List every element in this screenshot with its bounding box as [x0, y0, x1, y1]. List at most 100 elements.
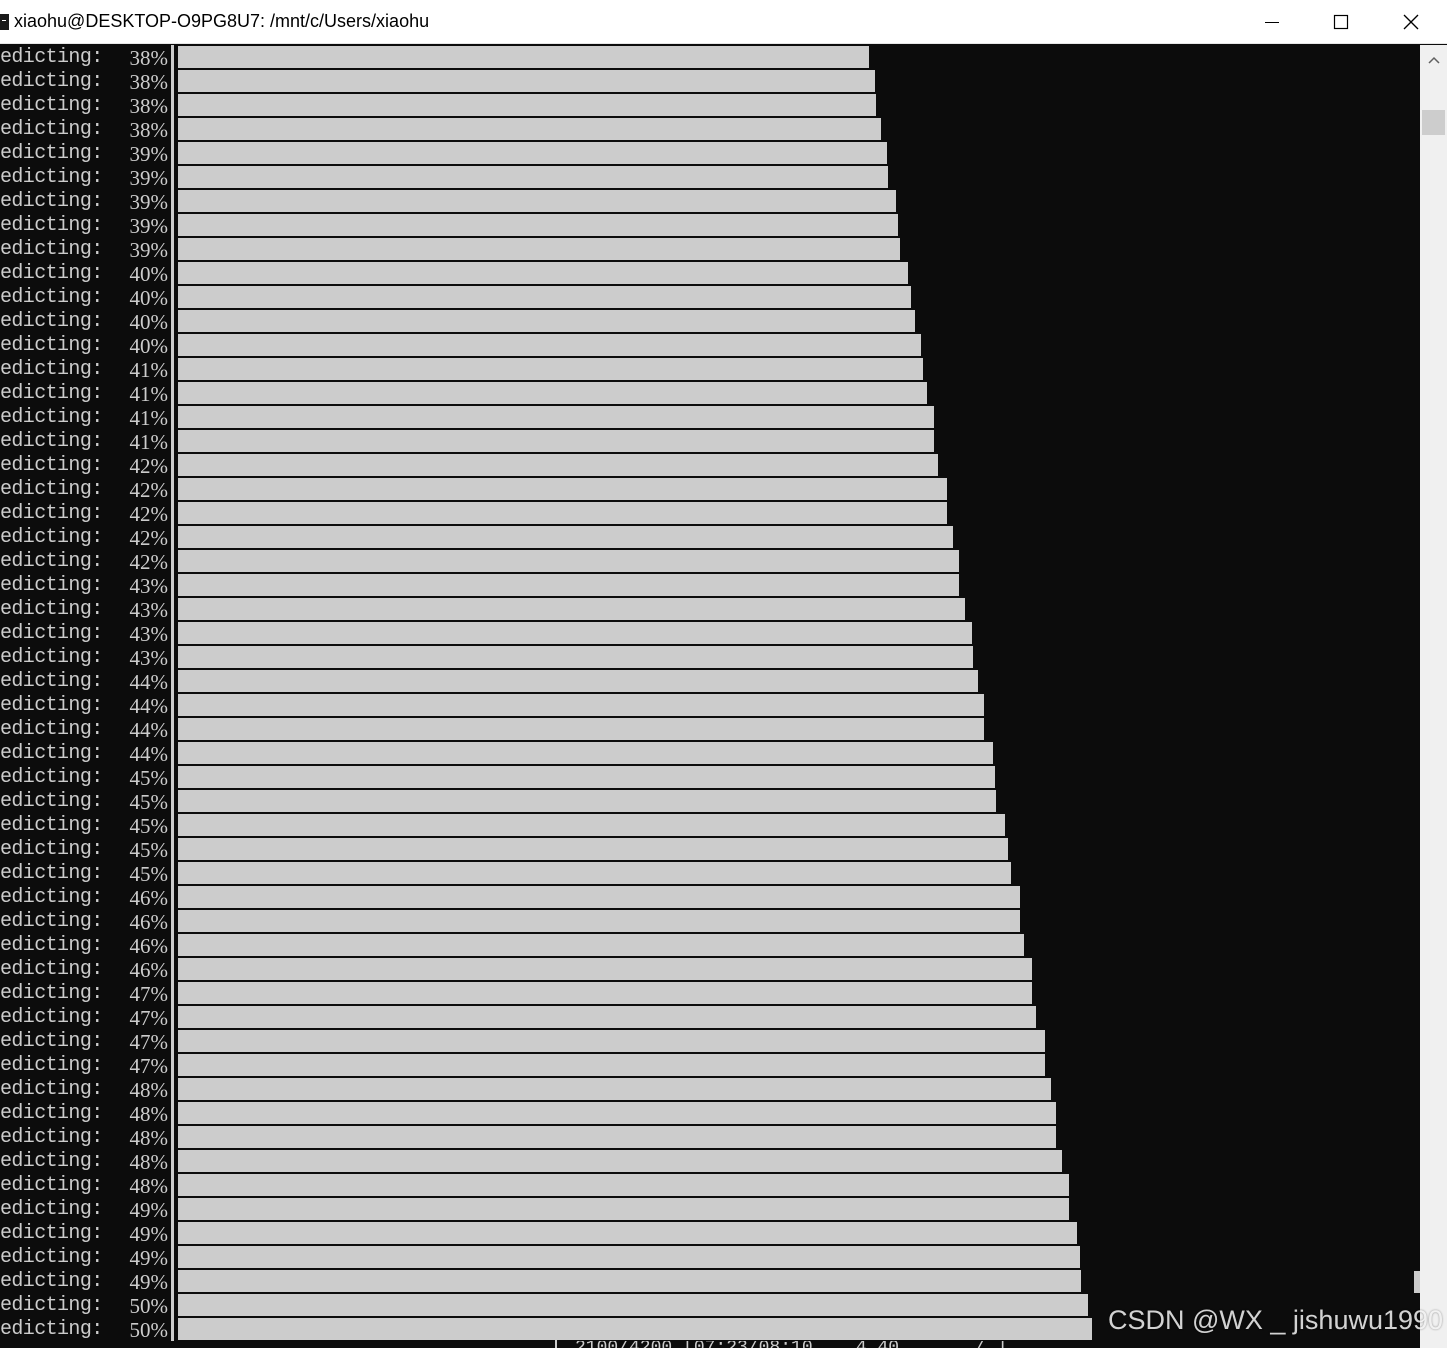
row-prefix-label: edicting:: [0, 790, 103, 813]
row-percent-label: 48%: [129, 1150, 169, 1174]
progress-bar-fill: [178, 382, 927, 404]
terminal-output[interactable]: edicting: 38% edicting: 38% edicting: 38% edic…: [0, 45, 1420, 1348]
row-prefix-label: edicting:: [0, 766, 103, 789]
row-prefix-label: edicting:: [0, 1222, 103, 1245]
row-prefix-label: edicting:: [0, 598, 103, 621]
row-prefix-label: edicting:: [0, 46, 103, 69]
row-prefix-label: edicting:: [0, 574, 103, 597]
row-prefix-label: edicting:: [0, 526, 103, 549]
progress-bar-fill: [178, 790, 996, 812]
row-prefix-label: edicting:: [0, 814, 103, 837]
progress-row: edicting: 48%: [0, 1101, 1420, 1126]
row-prefix-label: edicting:: [0, 838, 103, 861]
row-prefix-label: edicting:: [0, 478, 103, 501]
progress-bar-fill: [178, 862, 1011, 884]
close-button[interactable]: [1376, 0, 1446, 44]
progress-bar-fill: [178, 406, 934, 428]
row-percent-label: 42%: [129, 526, 169, 550]
row-prefix-label: edicting:: [0, 862, 103, 885]
row-prefix-label: edicting:: [0, 142, 103, 165]
progress-bar-left-edge: [171, 261, 174, 285]
scroll-up-button[interactable]: [1420, 45, 1447, 75]
minimize-button[interactable]: [1237, 0, 1307, 44]
progress-row: edicting: 43%: [0, 621, 1420, 646]
row-percent-label: 43%: [129, 574, 169, 598]
progress-bar-fill: [178, 1054, 1045, 1076]
row-percent-label: 46%: [129, 958, 169, 982]
progress-bar-fill: [178, 526, 953, 548]
progress-bar-fill: [178, 142, 887, 164]
progress-bar-fill: [178, 166, 888, 188]
row-percent-label: 45%: [129, 814, 169, 838]
row-percent-label: 39%: [129, 166, 169, 190]
progress-bar-fill: [178, 1222, 1077, 1244]
progress-bar-left-edge: [171, 765, 174, 789]
progress-row: edicting: 41%: [0, 429, 1420, 454]
progress-bar-fill: [178, 310, 915, 332]
progress-bar-fill: [178, 1030, 1045, 1052]
row-percent-label: 49%: [129, 1246, 169, 1270]
row-percent-label: 39%: [129, 238, 169, 262]
progress-row: edicting: 39%: [0, 213, 1420, 238]
row-prefix-label: edicting:: [0, 238, 103, 261]
progress-bar-fill: [178, 742, 993, 764]
progress-row: edicting: 42%: [0, 525, 1420, 550]
row-prefix-label: edicting:: [0, 1006, 103, 1029]
progress-row: edicting: 43%: [0, 597, 1420, 622]
progress-bar-left-edge: [171, 621, 174, 645]
progress-bar-left-edge: [171, 1197, 174, 1221]
progress-bar-left-edge: [171, 957, 174, 981]
progress-bar-fill: [178, 1270, 1081, 1292]
row-prefix-label: edicting:: [0, 1150, 103, 1173]
row-prefix-label: edicting:: [0, 430, 103, 453]
row-percent-label: 40%: [129, 286, 169, 310]
progress-bar-left-edge: [171, 909, 174, 933]
title-bar[interactable]: xiaohu@DESKTOP-O9PG8U7: /mnt/c/Users/xia…: [0, 0, 1447, 44]
maximize-button[interactable]: [1306, 0, 1376, 44]
window-title: xiaohu@DESKTOP-O9PG8U7: /mnt/c/Users/xia…: [14, 11, 430, 31]
progress-bar-fill: [178, 1318, 1092, 1340]
progress-bar-left-edge: [171, 1173, 174, 1197]
progress-bar-left-edge: [171, 693, 174, 717]
row-prefix-label: edicting:: [0, 1198, 103, 1221]
progress-bar-fill: [178, 358, 923, 380]
row-percent-label: 38%: [129, 46, 169, 70]
progress-row: edicting: 45%: [0, 861, 1420, 886]
row-prefix-label: edicting:: [0, 118, 103, 141]
row-percent-label: 45%: [129, 790, 169, 814]
progress-bar-left-edge: [171, 669, 174, 693]
terminal-app-icon[interactable]: [0, 14, 9, 30]
row-prefix-label: edicting:: [0, 1078, 103, 1101]
progress-row: edicting: 39%: [0, 165, 1420, 190]
scrollbar-thumb[interactable]: [1422, 110, 1445, 135]
progress-bar-fill: [178, 934, 1024, 956]
row-percent-label: 49%: [129, 1270, 169, 1294]
progress-bar-fill: [178, 454, 938, 476]
row-prefix-label: edicting:: [0, 310, 103, 333]
progress-row: edicting: 38%: [0, 117, 1420, 142]
row-percent-label: 39%: [129, 214, 169, 238]
progress-bar-fill: [178, 286, 911, 308]
progress-bar-fill: [178, 46, 869, 68]
progress-bar-left-edge: [171, 309, 174, 333]
progress-row: edicting: 42%: [0, 477, 1420, 502]
vertical-scrollbar[interactable]: [1420, 45, 1447, 1348]
progress-bar-left-edge: [171, 1221, 174, 1245]
row-percent-label: 44%: [129, 742, 169, 766]
close-icon: [1403, 14, 1419, 30]
progress-row: edicting: 40%: [0, 261, 1420, 286]
row-percent-label: 41%: [129, 406, 169, 430]
progress-bar-left-edge: [171, 213, 174, 237]
progress-bar-left-edge: [171, 741, 174, 765]
progress-row: edicting: 46%: [0, 957, 1420, 982]
progress-row: edicting: 47%: [0, 1053, 1420, 1078]
progress-row: edicting: 49%: [0, 1197, 1420, 1222]
progress-bar-left-edge: [171, 429, 174, 453]
row-percent-label: 47%: [129, 982, 169, 1006]
progress-row: edicting: 47%: [0, 1005, 1420, 1030]
progress-bar-fill: [178, 94, 876, 116]
progress-bar-fill: [178, 1150, 1062, 1172]
row-percent-label: 46%: [129, 934, 169, 958]
progress-bar-fill: [178, 1078, 1051, 1100]
row-prefix-label: edicting:: [0, 958, 103, 981]
